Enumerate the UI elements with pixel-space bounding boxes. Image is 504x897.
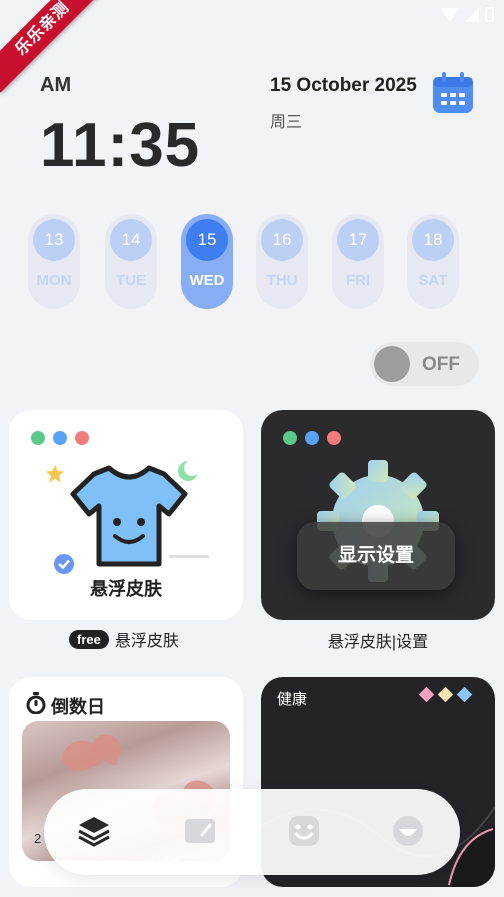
calendar-icon[interactable]: [431, 71, 475, 115]
skin-caption: free 悬浮皮肤: [69, 627, 179, 651]
day-number: 13: [33, 219, 75, 261]
day-thu[interactable]: 16 THU: [256, 214, 308, 309]
day-name: MON: [36, 272, 72, 289]
day-name: WED: [189, 272, 225, 289]
smile-icon[interactable]: [390, 813, 426, 849]
countdown-peek-number: 2: [34, 831, 42, 846]
skin-widget-card[interactable]: 悬浮皮肤: [9, 410, 243, 620]
check-badge-icon: [54, 554, 74, 574]
signal-icon: [465, 7, 479, 22]
settings-caption: 悬浮皮肤|设置: [327, 634, 429, 651]
day-number: 18: [412, 219, 454, 261]
day-wed[interactable]: 15 WED: [181, 214, 233, 309]
day-name: FRI: [345, 272, 371, 289]
day-fri[interactable]: 17 FRI: [332, 214, 384, 309]
ampm-label: AM: [40, 74, 72, 96]
free-badge: free: [69, 629, 109, 649]
day-mon[interactable]: 13 MON: [28, 214, 80, 309]
health-title: 健康: [277, 691, 308, 708]
day-name: THU: [266, 272, 298, 289]
toggle-label: OFF: [422, 354, 460, 375]
skin-caption-text: 悬浮皮肤: [114, 633, 179, 650]
day-tue[interactable]: 14 TUE: [105, 214, 157, 309]
window-dots: [31, 431, 89, 445]
weekday-label: 周三: [270, 114, 303, 131]
clock-time: 11:35: [40, 111, 201, 180]
day-number: 15: [186, 219, 228, 261]
face-icon[interactable]: [286, 813, 322, 849]
day-name: TUE: [116, 272, 146, 289]
day-number: 17: [337, 219, 379, 261]
timer-icon: [26, 692, 46, 714]
day-sat[interactable]: 18 SAT: [407, 214, 459, 309]
countdown-title: 倒数日: [51, 697, 105, 717]
bottom-nav: [44, 789, 460, 875]
day-number: 14: [110, 219, 152, 261]
day-number: 16: [261, 219, 303, 261]
card-icon[interactable]: [182, 813, 218, 849]
float-toggle[interactable]: OFF: [370, 342, 479, 386]
settings-widget-card[interactable]: 显示设置: [261, 410, 495, 620]
diamond-indicators: [418, 686, 473, 703]
star-icon: [46, 465, 64, 483]
date-label: 15 October 2025: [270, 75, 417, 96]
wifi-icon: [441, 7, 459, 22]
tshirt-icon: [70, 465, 188, 567]
day-name: SAT: [418, 272, 448, 289]
toggle-knob: [374, 346, 410, 382]
divider-line: [169, 555, 209, 558]
skin-title: 悬浮皮肤: [90, 579, 162, 599]
battery-icon: [485, 7, 494, 22]
display-settings-button[interactable]: 显示设置: [297, 522, 455, 590]
week-strip: 13 MON 14 TUE 15 WED 16 THU 17 FRI 18 SA…: [28, 214, 468, 310]
layers-icon[interactable]: [76, 813, 112, 849]
window-dots: [283, 431, 341, 445]
